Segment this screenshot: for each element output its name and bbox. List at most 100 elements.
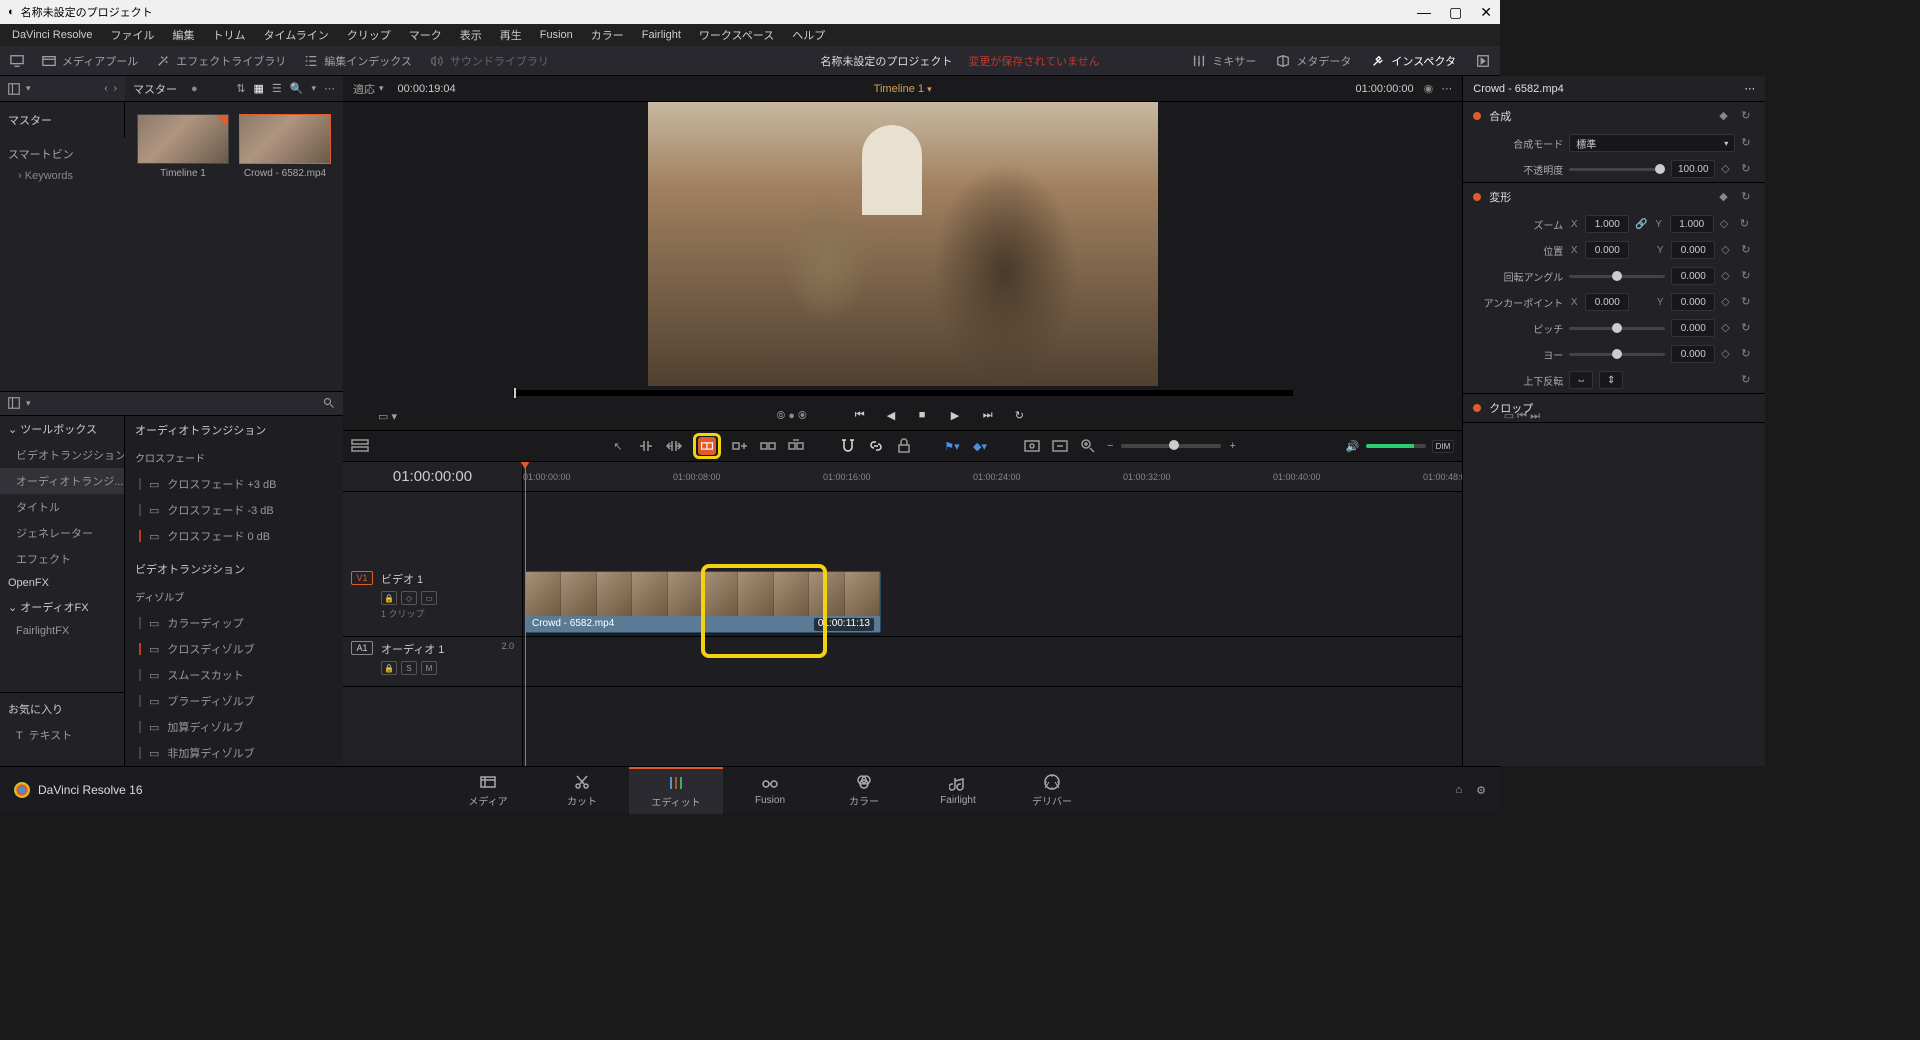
reset-icon[interactable]: ↻ [1741, 136, 1755, 150]
fx-tree-fairlightfx[interactable]: FairlightFX [0, 620, 124, 642]
reset-icon[interactable]: ↻ [1741, 109, 1755, 123]
menu-timeline[interactable]: タイムライン [256, 24, 337, 46]
flag-icon[interactable]: ⚑▾ [943, 437, 961, 455]
menu-davinci[interactable]: DaVinci Resolve [4, 26, 101, 44]
position-x[interactable]: 0.000 [1585, 241, 1629, 259]
smartbin-header[interactable]: スマートビン [8, 146, 117, 162]
overwrite-icon[interactable] [759, 437, 777, 455]
inspector-more-icon[interactable]: ⋯ [1744, 82, 1755, 95]
track-a1-solo[interactable]: S [401, 661, 417, 675]
keyframe-icon[interactable]: ◇ [1721, 269, 1735, 283]
more-icon[interactable]: ⋯ [324, 82, 335, 95]
page-color[interactable]: カラー [817, 767, 911, 814]
project-settings-icon[interactable]: ⚙ [1476, 784, 1486, 797]
page-fusion[interactable]: Fusion [723, 767, 817, 814]
reset-icon[interactable]: ↻ [1741, 295, 1755, 309]
fx-fav-text[interactable]: T テキスト [0, 722, 124, 748]
track-v1-lock[interactable]: 🔒 [381, 591, 397, 605]
project-manager-icon[interactable]: ⌂ [1455, 784, 1462, 797]
menu-mark[interactable]: マーク [401, 24, 450, 46]
custom-zoom-icon[interactable] [1079, 437, 1097, 455]
zoom-y[interactable]: 1.000 [1670, 215, 1714, 233]
timeline-timecode[interactable]: 01:00:00:00 [343, 462, 522, 492]
link-icon[interactable] [867, 437, 885, 455]
keyframe-icon[interactable]: ◇ [1721, 347, 1735, 361]
chevron-down-icon[interactable]: ▾ [26, 83, 31, 94]
reset-icon[interactable]: ↻ [1741, 347, 1755, 361]
viewer-image[interactable] [648, 102, 1158, 386]
fx-tree-videotrans[interactable]: ビデオトランジション [0, 442, 124, 468]
keyframe-icon[interactable]: ◇ [1721, 295, 1735, 309]
reset-icon[interactable]: ↻ [1741, 162, 1755, 176]
menu-color[interactable]: カラー [583, 24, 632, 46]
menu-playback[interactable]: 再生 [492, 24, 530, 46]
chevron-down-icon[interactable]: ▾ [26, 398, 31, 409]
fx-crossfade-plus3[interactable]: ▭ クロスフェード +3 dB [125, 471, 343, 497]
grid-view-icon[interactable]: ▦ [253, 82, 263, 95]
opacity-value[interactable]: 100.00 [1671, 160, 1715, 178]
bin-master[interactable]: マスター [8, 106, 116, 134]
search-icon[interactable] [323, 397, 335, 409]
panel-icon[interactable] [8, 83, 20, 95]
fx-tree-effect[interactable]: エフェクト [0, 546, 124, 572]
marker-icon[interactable]: ◆▾ [971, 437, 989, 455]
keyframe-icon[interactable]: ◇ [1721, 243, 1735, 257]
minimize-button[interactable]: — [1417, 4, 1431, 21]
sort-icon[interactable]: ⇅ [236, 82, 245, 95]
inspector-toggle[interactable]: インスペクタ [1371, 53, 1456, 69]
rotation-slider[interactable] [1569, 275, 1665, 278]
fx-additivedissolve[interactable]: ▭ 加算ディゾルブ [125, 714, 343, 740]
volume-slider[interactable] [1366, 444, 1426, 448]
track-header-a1[interactable]: A1 オーディオ 1 2.0 🔒 S M [343, 637, 522, 687]
match-frame-icon[interactable]: ▭ ⏮ ⏭ [1504, 409, 1540, 423]
clip-crowd[interactable]: Crowd - 6582.mp4 01:00:11:13 [525, 571, 881, 633]
dynamic-trim-tool[interactable] [665, 437, 683, 455]
page-cut[interactable]: カット [535, 767, 629, 814]
keyframe-icon[interactable]: ◇ [1720, 217, 1734, 231]
fx-tree-toolbox[interactable]: ⌄ ツールボックス [0, 416, 124, 442]
track-a1-mute[interactable]: M [421, 661, 437, 675]
mixer-toggle[interactable]: ミキサー [1192, 53, 1256, 69]
filter-chevron-icon[interactable]: ▾ [311, 83, 316, 94]
page-fairlight[interactable]: Fairlight [911, 767, 1005, 814]
zoom-in-button[interactable]: + [1229, 440, 1235, 452]
fx-tree-audiotrans[interactable]: オーディオトランジ... [0, 468, 124, 494]
playhead[interactable] [525, 462, 526, 766]
first-frame-button[interactable]: ⏮ [855, 409, 869, 423]
lock-icon[interactable] [895, 437, 913, 455]
menu-clip[interactable]: クリップ [339, 24, 399, 46]
page-edit[interactable]: エディット [629, 767, 723, 814]
fx-colordip[interactable]: ▭ カラーディップ [125, 610, 343, 636]
bypass-icon[interactable]: ⦾ ● ⦿ [776, 410, 806, 423]
transform-enable-dot[interactable] [1473, 193, 1481, 201]
keyframe-diamond-icon[interactable]: ◆ [1719, 109, 1733, 123]
timeline-name[interactable]: Timeline 1 ▾ [874, 83, 932, 95]
timeline-view-icon[interactable] [351, 437, 369, 455]
menu-edit[interactable]: 編集 [165, 24, 203, 46]
reset-icon[interactable]: ↻ [1741, 373, 1755, 387]
fx-tree-audiofx[interactable]: ⌄ オーディオFX [0, 594, 124, 620]
crop-overlay-icon[interactable]: ▭ ▾ [378, 410, 397, 423]
metadata-toggle[interactable]: メタデータ [1276, 53, 1351, 69]
volume-icon[interactable]: 🔊 [1346, 440, 1360, 453]
list-view-icon[interactable]: ☰ [272, 82, 282, 95]
search-icon[interactable]: 🔍 [290, 82, 304, 95]
monitor-icon[interactable] [10, 54, 24, 68]
fx-tree-openfx[interactable]: OpenFX [0, 572, 124, 594]
insert-icon[interactable] [731, 437, 749, 455]
inspector-composite-header[interactable]: 合成 ◆ ↻ [1463, 102, 1765, 130]
flip-v-button[interactable]: ⇕ [1599, 371, 1623, 389]
track-v1-badge[interactable]: V1 [351, 571, 373, 585]
menu-fusion[interactable]: Fusion [532, 26, 581, 44]
viewer-timecode[interactable]: 01:00:00:00 [1356, 83, 1414, 95]
reset-icon[interactable]: ↻ [1740, 217, 1754, 231]
play-button[interactable]: ▶ [951, 409, 965, 423]
mediapool-toggle[interactable]: メディアプール [42, 53, 138, 69]
yaw-value[interactable]: 0.000 [1671, 345, 1715, 363]
track-a1-badge[interactable]: A1 [351, 641, 373, 655]
dim-button[interactable]: DIM [1432, 440, 1455, 453]
anchor-y[interactable]: 0.000 [1671, 293, 1715, 311]
maximize-button[interactable]: ▢ [1449, 4, 1462, 21]
stop-button[interactable]: ■ [919, 409, 933, 423]
track-v1-disable[interactable]: ▭ [421, 591, 437, 605]
